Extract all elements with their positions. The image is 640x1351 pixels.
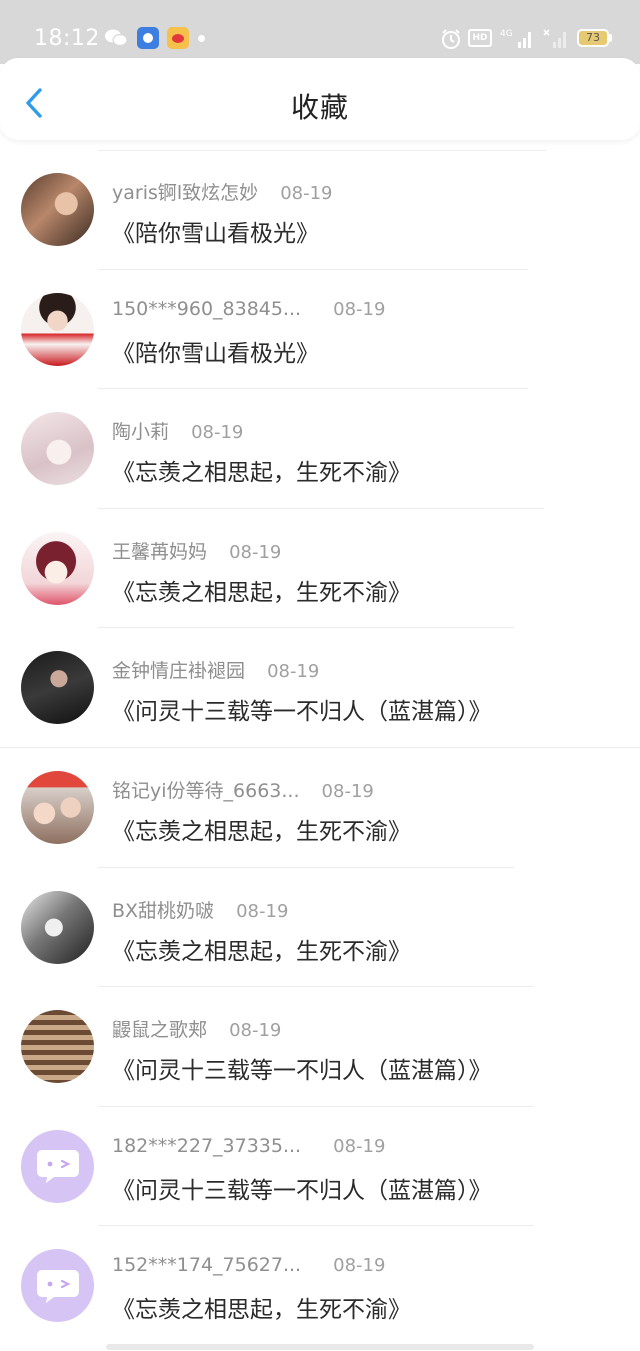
signal-icon — [543, 29, 566, 48]
app-icon — [137, 27, 159, 49]
username-row: 金钟情庄褂褪园 08-19 — [112, 656, 319, 683]
list-item[interactable]: 鼹鼠之歌郏 08-19 《问灵十三载等一不归人（蓝湛篇）》 — [0, 987, 640, 1107]
avatar[interactable] — [21, 651, 94, 725]
list-item[interactable]: 王馨苒妈妈 08-19 《忘羡之相思起，生死不渝》 — [0, 509, 640, 629]
avatar[interactable] — [21, 531, 94, 605]
list-item[interactable]: 铭记yi份等待_6663... 08-19 《忘羡之相思起，生死不渝》 — [0, 748, 640, 868]
avatar[interactable] — [21, 173, 94, 246]
username: 铭记yi份等待_6663... — [112, 779, 300, 802]
date: 08-19 — [321, 780, 374, 802]
item-title: 《忘羡之相思起，生死不渝》 — [112, 579, 411, 606]
list-item[interactable]: 金钟情庄褂褪园 08-19 《问灵十三载等一不归人（蓝湛篇）》 — [0, 628, 640, 748]
status-time: 18:12 — [34, 26, 100, 51]
username: 150***960_83845... — [112, 297, 302, 320]
avatar[interactable] — [21, 1010, 94, 1084]
username-row: yaris锕l致炫怎妙 08-19 — [112, 178, 333, 205]
avatar[interactable] — [21, 1129, 94, 1203]
username-row: 王馨苒妈妈 08-19 — [112, 537, 281, 564]
date: 08-19 — [333, 298, 386, 320]
list-item[interactable]: BX甜桃奶啵 08-19 《忘羡之相思起，生死不渝》 — [0, 868, 640, 988]
date: 08-19 — [191, 422, 244, 444]
battery-level: 73 — [586, 31, 600, 44]
chat-bubble-icon — [36, 1269, 79, 1303]
scroll-indicator — [106, 1344, 534, 1350]
date: 08-19 — [280, 183, 333, 204]
username-row: 鼹鼠之歌郏 08-19 — [112, 1015, 281, 1042]
date: 08-19 — [236, 900, 289, 922]
username: 金钟情庄褂褪园 — [112, 660, 246, 683]
item-title: 《陪你雪山看极光》 — [112, 221, 319, 247]
weibo-icon — [167, 27, 189, 49]
username: yaris锕l致炫怎妙 — [112, 182, 259, 204]
username: 182***227_37335... — [112, 1134, 302, 1157]
date: 08-19 — [267, 661, 320, 683]
date: 08-19 — [229, 541, 282, 563]
list-item[interactable]: 150***960_83845... 08-19 《陪你雪山看极光》 — [0, 270, 640, 390]
username-row: 陶小莉 08-19 — [112, 417, 243, 444]
avatar[interactable] — [21, 770, 94, 844]
date: 08-19 — [333, 1135, 386, 1157]
avatar[interactable] — [21, 292, 94, 366]
username-row: 铭记yi份等待_6663... 08-19 — [112, 776, 374, 803]
item-title: 《忘羡之相思起，生死不渝》 — [112, 818, 411, 845]
item-title: 《忘羡之相思起，生死不渝》 — [112, 938, 411, 965]
date: 08-19 — [333, 1255, 386, 1277]
item-title: 《问灵十三载等一不归人（蓝湛篇）》 — [112, 699, 492, 726]
battery-tip — [609, 34, 612, 42]
chat-bubble-icon — [36, 1150, 79, 1184]
username-row: BX甜桃奶啵 08-19 — [112, 896, 288, 923]
username: 王馨苒妈妈 — [112, 540, 208, 563]
alarm-icon — [442, 29, 460, 49]
username: 152***174_75627... — [112, 1254, 302, 1277]
page-title: 收藏 — [290, 91, 349, 124]
username-row: 150***960_83845... 08-19 — [112, 298, 385, 320]
item-title: 《忘羡之相思起，生死不渝》 — [112, 1297, 411, 1324]
username: BX甜桃奶啵 — [112, 899, 215, 922]
list-item[interactable]: yaris锕l致炫怎妙 08-19 《陪你雪山看极光》 — [0, 150, 640, 270]
svg-text:4G: 4G — [500, 29, 513, 39]
wechat-icon — [105, 29, 128, 47]
item-title: 《问灵十三载等一不归人（蓝湛篇）》 — [112, 1177, 492, 1204]
avatar[interactable] — [21, 1249, 94, 1323]
username-row: 152***174_75627... 08-19 — [112, 1254, 385, 1276]
avatar[interactable] — [21, 890, 94, 964]
username: 鼹鼠之歌郏 — [112, 1019, 208, 1042]
header: 收藏 — [0, 58, 640, 140]
signal-4g-icon: 4G — [500, 29, 531, 48]
favorites-list: yaris锕l致炫怎妙 08-19 《陪你雪山看极光》 150***960_83… — [0, 150, 640, 1346]
item-title: 《忘羡之相思起，生死不渝》 — [112, 460, 411, 487]
item-title: 《问灵十三载等一不归人（蓝湛篇）》 — [112, 1058, 492, 1085]
list-item[interactable]: 182***227_37335... 08-19 《问灵十三载等一不归人（蓝湛篇… — [0, 1107, 640, 1227]
avatar[interactable] — [21, 412, 94, 486]
date: 08-19 — [229, 1020, 282, 1042]
list-item[interactable]: 陶小莉 08-19 《忘羡之相思起，生死不渝》 — [0, 389, 640, 509]
notification-dot — [198, 35, 205, 42]
list-item[interactable]: 152***174_75627... 08-19 《忘羡之相思起，生死不渝》 — [0, 1226, 640, 1346]
username-row: 182***227_37335... 08-19 — [112, 1135, 385, 1157]
username: 陶小莉 — [112, 421, 170, 444]
hd-badge: HD — [468, 29, 492, 47]
battery-icon: 73 — [577, 29, 609, 47]
status-bar: 18:12 HD 4G 73 — [0, 0, 640, 64]
item-title: 《陪你雪山看极光》 — [112, 340, 319, 367]
